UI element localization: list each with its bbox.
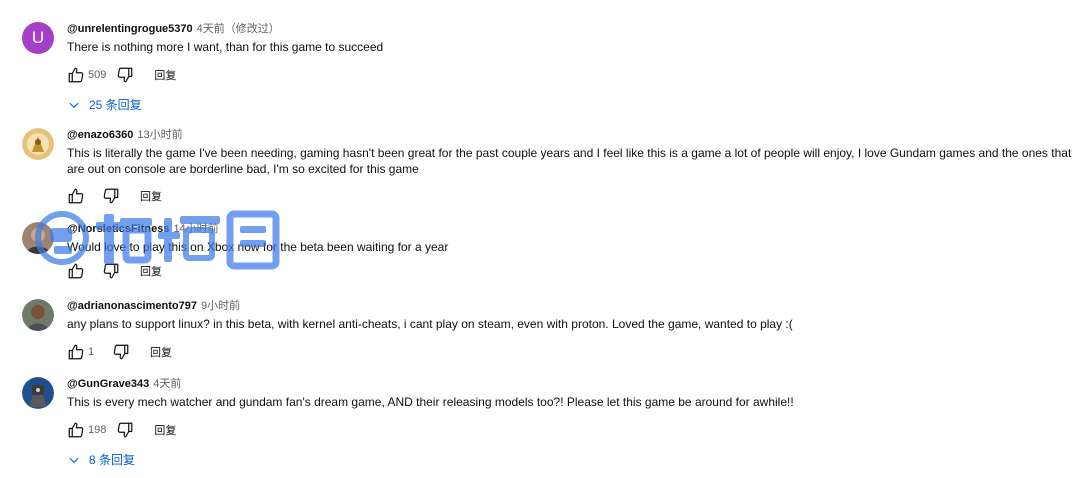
dislike-icon[interactable] xyxy=(102,187,120,205)
comment-author[interactable]: @enazo6360 xyxy=(67,129,133,141)
comment-text: any plans to support linux? in this beta… xyxy=(67,317,793,331)
chevron-down-icon xyxy=(67,453,81,467)
comment-text: There is nothing more I want, than for t… xyxy=(67,40,384,54)
avatar[interactable] xyxy=(22,377,54,409)
avatar[interactable] xyxy=(22,222,54,254)
reply-button[interactable]: 回复 xyxy=(154,422,176,438)
like-icon[interactable] xyxy=(67,262,85,280)
avatar[interactable] xyxy=(22,299,54,331)
avatar[interactable]: U xyxy=(22,22,54,54)
dislike-icon[interactable] xyxy=(112,343,130,361)
reply-button[interactable]: 回复 xyxy=(140,188,162,204)
avatar-image xyxy=(22,299,54,331)
like-icon[interactable] xyxy=(67,343,85,361)
replies-label: 8 条回复 xyxy=(89,453,136,467)
avatar-letter: U xyxy=(31,28,45,47)
comment-author[interactable]: @adrianonascimento797 xyxy=(67,300,197,312)
comment-text: This is literally the game I've been nee… xyxy=(67,146,1072,176)
comment-time[interactable]: 14小时前 xyxy=(173,223,218,235)
comment-author[interactable]: @unrelentingrogue5370 xyxy=(67,23,193,35)
avatar-image xyxy=(22,222,54,254)
like-icon[interactable] xyxy=(67,66,85,84)
comment-time[interactable]: 13小时前 xyxy=(137,129,182,141)
like-icon[interactable] xyxy=(67,187,85,205)
chevron-down-icon xyxy=(67,98,81,112)
comment-author[interactable]: @NorsleticsFitness xyxy=(67,223,169,235)
comment-time[interactable]: 9小时前 xyxy=(201,300,240,312)
comment-text: This is every mech watcher and gundam fa… xyxy=(67,395,794,409)
reply-button[interactable]: 回复 xyxy=(154,67,176,83)
like-count: 198 xyxy=(88,424,107,436)
dislike-icon[interactable] xyxy=(116,66,134,84)
dislike-icon[interactable] xyxy=(116,421,134,439)
view-replies-button[interactable]: 25 条回复 xyxy=(67,96,1072,113)
comment-time[interactable]: 4天前 xyxy=(153,378,181,390)
avatar-image xyxy=(22,377,54,409)
replies-label: 25 条回复 xyxy=(89,98,142,112)
comment-author[interactable]: @GunGrave343 xyxy=(67,378,149,390)
like-count: 509 xyxy=(88,69,107,81)
view-replies-button[interactable]: 8 条回复 xyxy=(67,451,1072,468)
like-count: 1 xyxy=(88,346,95,358)
avatar[interactable] xyxy=(22,128,54,160)
dislike-icon[interactable] xyxy=(102,262,120,280)
comment-text: Would love to play this on Xbox now for … xyxy=(67,240,449,254)
comment-time[interactable]: 4天前（修改过） xyxy=(197,23,280,35)
reply-button[interactable]: 回复 xyxy=(150,344,172,360)
avatar-image xyxy=(22,128,54,160)
like-icon[interactable] xyxy=(67,421,85,439)
reply-button[interactable]: 回复 xyxy=(140,263,162,279)
